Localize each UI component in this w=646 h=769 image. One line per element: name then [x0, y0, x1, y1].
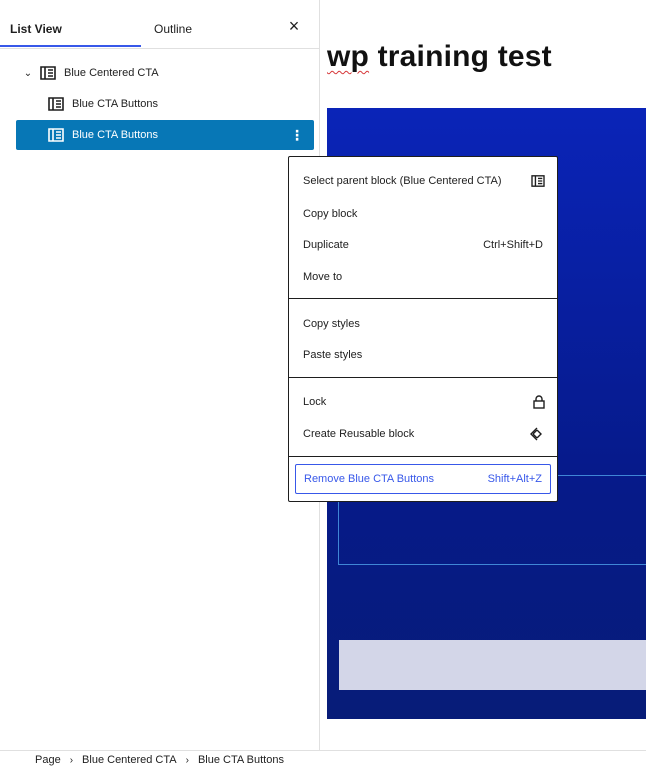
tab-outline[interactable]: Outline	[141, 0, 205, 47]
menu-item-label: Paste styles	[303, 349, 363, 361]
menu-item-lock[interactable]: Lock	[289, 386, 557, 418]
menu-divider	[289, 456, 557, 457]
menu-item-label: Copy styles	[303, 318, 360, 330]
list-item-label: Blue CTA Buttons	[72, 129, 159, 141]
menu-item-copy-styles[interactable]: Copy styles	[289, 308, 557, 340]
close-icon[interactable]: ×	[285, 17, 303, 35]
block-icon	[40, 66, 56, 80]
list-item-label: Blue CTA Buttons	[72, 98, 159, 110]
menu-item-duplicate[interactable]: Duplicate Ctrl+Shift+D	[289, 229, 557, 261]
list-item-blue-centered-cta[interactable]: ⌄ Blue Centered CTA	[16, 58, 314, 88]
list-item-blue-cta-buttons-selected[interactable]: Blue CTA Buttons ⋮	[16, 120, 314, 150]
chevron-right-icon: ›	[69, 754, 74, 766]
tab-list-view-label: List View	[10, 22, 62, 36]
list-view-panel: List View Outline × ⌄ Blue Centered CTA …	[0, 0, 320, 750]
page-title-rest: training test	[369, 40, 552, 73]
block-icon	[531, 175, 545, 187]
breadcrumb-blue-centered-cta[interactable]: Blue Centered CTA	[82, 754, 177, 766]
menu-item-paste-styles[interactable]: Paste styles	[289, 339, 557, 371]
block-options-menu: Select parent block (Blue Centered CTA) …	[288, 156, 558, 502]
menu-item-shortcut: Ctrl+Shift+D	[483, 239, 543, 251]
tab-list-view[interactable]: List View	[0, 0, 141, 47]
menu-divider	[289, 298, 557, 299]
chevron-down-icon[interactable]: ⌄	[22, 68, 34, 79]
chevron-right-icon: ›	[185, 754, 189, 766]
reusable-icon	[530, 427, 542, 441]
cta-button-placeholder[interactable]	[339, 640, 646, 690]
block-icon	[48, 97, 64, 111]
tab-outline-label: Outline	[153, 22, 193, 36]
menu-item-label: Copy block	[303, 208, 358, 220]
panel-tabs: List View Outline ×	[0, 0, 319, 49]
block-icon	[48, 128, 64, 142]
menu-item-move-to[interactable]: Move to	[289, 261, 557, 293]
menu-item-label: Remove Blue CTA Buttons	[304, 473, 435, 485]
menu-item-create-reusable[interactable]: Create Reusable block	[289, 418, 557, 450]
menu-item-label: Move to	[303, 271, 343, 283]
menu-divider	[289, 377, 557, 378]
menu-item-copy-block[interactable]: Copy block	[289, 198, 557, 230]
page-title[interactable]: wp training test	[327, 40, 552, 74]
menu-item-shortcut: Shift+Alt+Z	[487, 473, 542, 485]
list-item-label: Blue Centered CTA	[64, 67, 159, 79]
lock-icon	[533, 395, 545, 409]
menu-item-remove-block[interactable]: Remove Blue CTA Buttons Shift+Alt+Z	[295, 464, 551, 494]
more-options-icon[interactable]: ⋮	[290, 127, 304, 144]
menu-item-label: Create Reusable block	[303, 428, 415, 440]
menu-item-label: Lock	[303, 396, 327, 408]
list-item-blue-cta-buttons[interactable]: Blue CTA Buttons	[16, 89, 314, 119]
menu-item-label: Duplicate	[303, 239, 349, 251]
breadcrumb-blue-cta-buttons[interactable]: Blue CTA Buttons	[198, 754, 284, 766]
page-title-misspelled-word: wp	[327, 40, 370, 73]
breadcrumb-page[interactable]: Page	[35, 754, 61, 766]
breadcrumb: Page › Blue Centered CTA › Blue CTA Butt…	[0, 750, 646, 769]
menu-item-select-parent[interactable]: Select parent block (Blue Centered CTA)	[289, 165, 557, 197]
menu-item-label: Select parent block (Blue Centered CTA)	[303, 175, 502, 187]
